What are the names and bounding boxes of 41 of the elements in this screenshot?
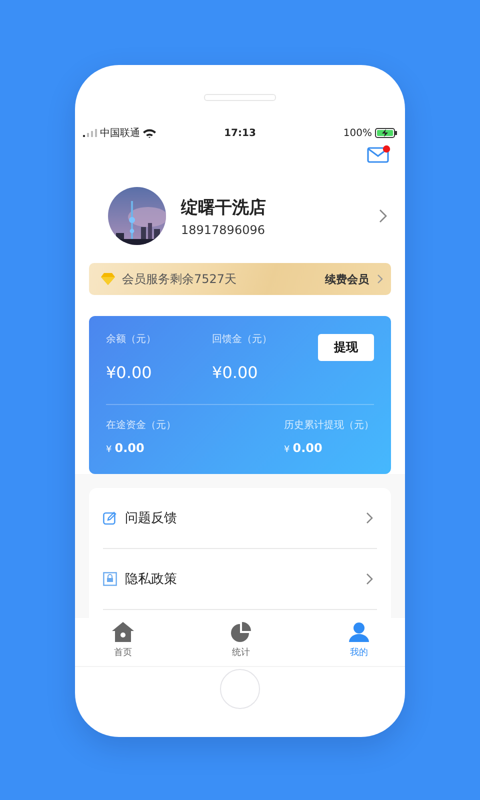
chevron-right-icon — [377, 274, 383, 284]
wifi-icon — [143, 128, 156, 138]
signal-icon — [83, 129, 97, 137]
pie-chart-icon — [231, 622, 251, 642]
amount-value: 0.00 — [114, 441, 144, 455]
battery-icon — [375, 128, 397, 138]
tab-item[interactable]: 首页 — [103, 618, 143, 666]
person-icon — [349, 622, 369, 642]
withdraw-button[interactable]: 提现 — [318, 334, 374, 361]
battery-percent: 100% — [343, 128, 372, 138]
amount-label: 余额（元） — [106, 332, 157, 346]
renew-membership-link[interactable]: 续费会员 — [325, 272, 383, 286]
home-icon — [112, 622, 134, 642]
amount-value: ¥0.00 — [106, 363, 153, 382]
speaker-slot — [204, 94, 276, 101]
shop-name: 绽曙干洗店 — [181, 196, 267, 218]
phone-number: 18917896096 — [181, 222, 266, 236]
carrier-name: 中国联通 — [100, 126, 140, 140]
membership-remaining: 会员服务剩余7527天 — [122, 270, 238, 288]
menu-label: 隐私政策 — [125, 571, 178, 588]
tab-item[interactable]: 我的 — [339, 618, 379, 666]
currency-sign: ¥ — [284, 445, 290, 455]
menu-label: 问题反馈 — [125, 510, 178, 527]
chevron-right-icon — [379, 209, 387, 223]
currency-sign: ¥ — [106, 445, 112, 455]
amount-value: 0.00 — [292, 441, 322, 455]
envelope-icon — [367, 145, 391, 163]
document-lock-icon — [103, 572, 117, 586]
amount-label: 历史累计提现（元） — [284, 418, 374, 432]
diamond-icon — [101, 273, 115, 285]
amount-label: 在途资金（元） — [106, 419, 176, 432]
amount-value: ¥0.00 — [212, 363, 259, 382]
chevron-right-icon — [366, 512, 373, 524]
menu-item[interactable]: 问题反馈 — [103, 488, 377, 549]
tab-item[interactable]: 统计 — [221, 618, 261, 666]
profile-row[interactable]: 绽曙干洗店 18917896096 — [75, 173, 405, 259]
menu-item[interactable]: 隐私政策 — [103, 549, 377, 610]
clock-time: 17:13 — [224, 128, 256, 138]
chevron-right-icon — [366, 573, 373, 585]
amount-label: 回馈金（元） — [212, 333, 274, 346]
edit-icon — [103, 511, 117, 525]
